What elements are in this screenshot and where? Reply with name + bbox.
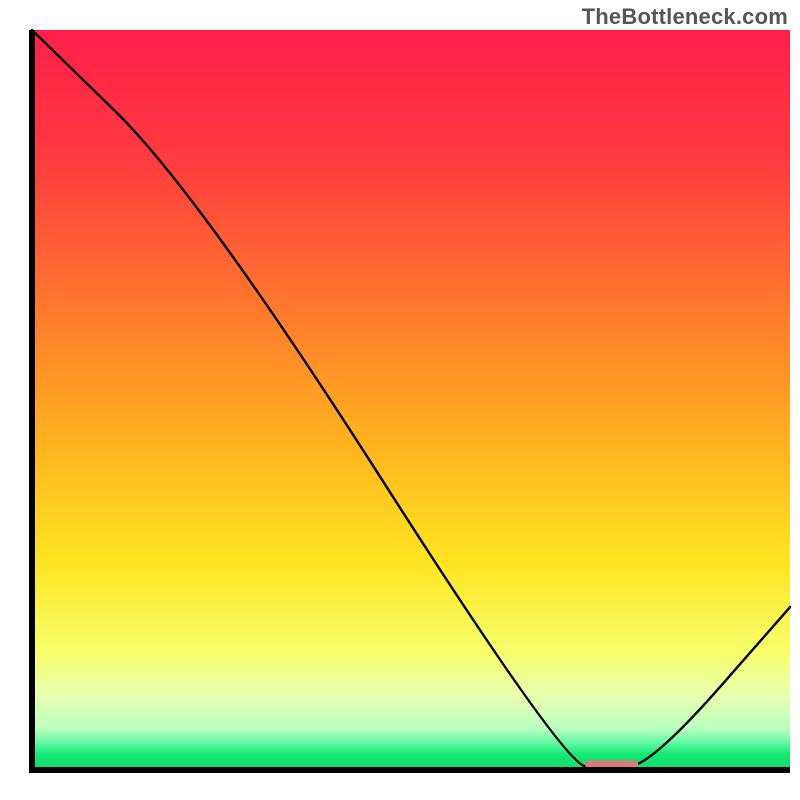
chart-container: { "watermark": "TheBottleneck.com", "cha…: [0, 0, 800, 800]
bottleneck-chart: [0, 0, 800, 800]
plot-background: [32, 30, 790, 770]
